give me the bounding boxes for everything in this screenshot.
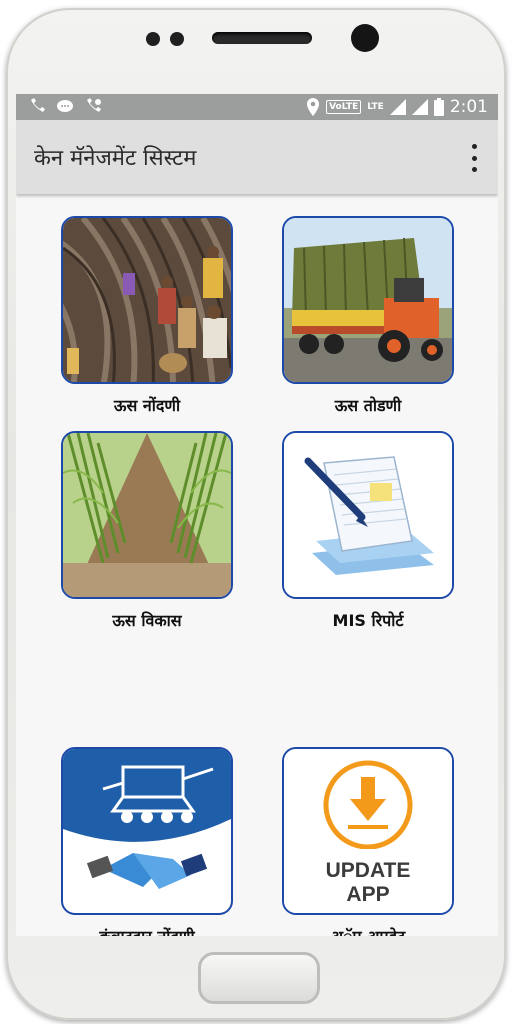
message-icon: [57, 100, 73, 112]
tile-cane-registration[interactable]: ऊस नोंदणी: [61, 216, 233, 416]
lte-label: LTE: [367, 102, 384, 112]
call-icon: [87, 98, 101, 112]
app-label: APP: [346, 883, 390, 906]
report-icon: [284, 433, 452, 597]
tile-image-frame[interactable]: [282, 431, 454, 599]
sensor-dot: [146, 32, 160, 46]
tile-image-frame[interactable]: [61, 747, 233, 915]
tile-app-update[interactable]: UPDATE APP अॅप अपडेट: [282, 747, 454, 936]
tractor-image: [284, 218, 452, 382]
tile-contractor-registration[interactable]: कंत्राटदार नोंदणी: [61, 747, 233, 936]
status-bar: VoLTE LTE 2:01: [16, 94, 498, 120]
clock: 2:01: [449, 97, 488, 117]
app-bar: केन मॅनेजमेंट सिस्टम: [16, 120, 498, 194]
tile-label: अॅप अपडेट: [282, 925, 454, 936]
field-workers-image: [63, 218, 231, 382]
sensor-dot: [170, 32, 184, 46]
front-camera: [351, 24, 379, 52]
tile-image-frame[interactable]: [61, 431, 233, 599]
tile-label: MIS रिपोर्ट: [332, 611, 404, 630]
signal-icon: [389, 99, 406, 115]
harvester-handshake-icon: [63, 749, 231, 889]
location-icon: [307, 98, 320, 116]
tile-label: ऊस विकास: [112, 611, 182, 630]
tile-mis-report[interactable]: MIS रिपोर्ट: [282, 431, 454, 631]
screen: VoLTE LTE 2:01 केन मॅनेजमेंट सिस्टम ऊस न…: [16, 94, 498, 936]
tile-image-frame[interactable]: [61, 216, 233, 384]
tile-image-frame[interactable]: [282, 216, 454, 384]
tile-image-frame[interactable]: UPDATE APP: [282, 747, 454, 915]
missed-call-icon: [31, 98, 45, 112]
update-label: UPDATE: [325, 859, 411, 882]
cane-field-image: [63, 433, 231, 597]
app-title: केन मॅनेजमेंट सिस्टम: [34, 146, 197, 171]
signal-icon: [411, 99, 428, 115]
tile-label: कंत्राटदार नोंदणी: [61, 925, 233, 936]
tile-cane-development[interactable]: ऊस विकास: [61, 431, 233, 631]
earpiece-speaker: [212, 32, 312, 44]
volte-badge: VoLTE: [326, 100, 362, 114]
overflow-menu-icon[interactable]: [464, 144, 484, 172]
tile-label: ऊस तोडणी: [334, 396, 402, 415]
battery-icon: [433, 98, 444, 116]
home-button[interactable]: [198, 952, 320, 1004]
download-icon: [323, 760, 413, 849]
tile-label: ऊस नोंदणी: [113, 396, 181, 415]
tile-cane-harvesting[interactable]: ऊस तोडणी: [282, 216, 454, 416]
